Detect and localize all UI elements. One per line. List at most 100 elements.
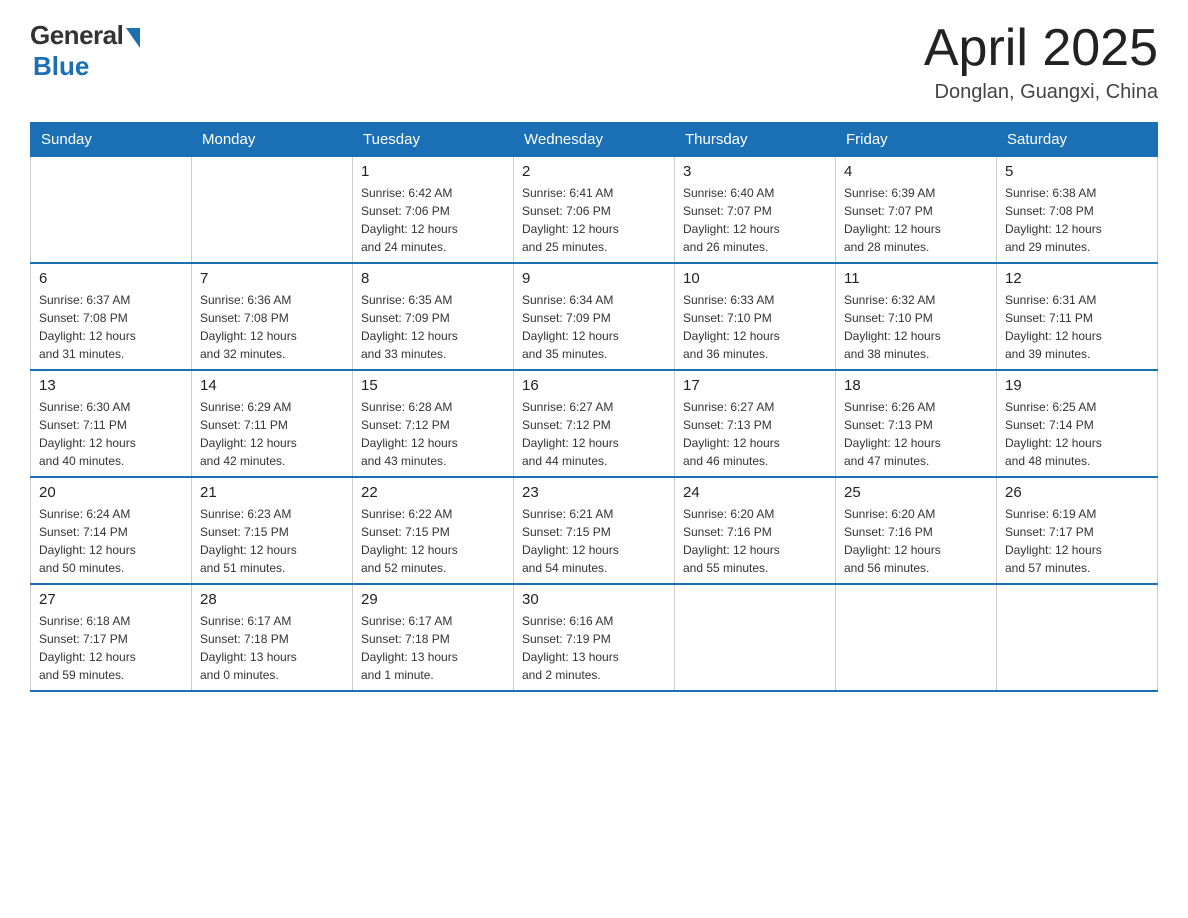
day-number: 12 [1005,270,1149,287]
day-detail: Sunrise: 6:35 AM Sunset: 7:09 PM Dayligh… [361,291,505,363]
day-number: 19 [1005,377,1149,394]
day-number: 24 [683,484,827,501]
day-detail: Sunrise: 6:33 AM Sunset: 7:10 PM Dayligh… [683,291,827,363]
day-number: 11 [844,270,988,287]
day-number: 1 [361,163,505,180]
day-detail: Sunrise: 6:38 AM Sunset: 7:08 PM Dayligh… [1005,184,1149,256]
calendar-cell: 30 Sunrise: 6:16 AM Sunset: 7:19 PM Dayli… [514,584,675,691]
calendar-table: SundayMondayTuesdayWednesdayThursdayFrid… [30,122,1158,692]
day-detail: Sunrise: 6:17 AM Sunset: 7:18 PM Dayligh… [361,612,505,684]
calendar-cell: 17 Sunrise: 6:27 AM Sunset: 7:13 PM Dayli… [675,370,836,477]
calendar-cell: 8 Sunrise: 6:35 AM Sunset: 7:09 PM Daylig… [353,263,514,370]
day-detail: Sunrise: 6:36 AM Sunset: 7:08 PM Dayligh… [200,291,344,363]
day-number: 22 [361,484,505,501]
day-number: 3 [683,163,827,180]
day-detail: Sunrise: 6:31 AM Sunset: 7:11 PM Dayligh… [1005,291,1149,363]
day-number: 2 [522,163,666,180]
calendar-cell: 25 Sunrise: 6:20 AM Sunset: 7:16 PM Dayli… [836,477,997,584]
day-detail: Sunrise: 6:27 AM Sunset: 7:13 PM Dayligh… [683,398,827,470]
logo: General Blue [30,20,140,82]
day-detail: Sunrise: 6:37 AM Sunset: 7:08 PM Dayligh… [39,291,183,363]
calendar-week-row: 6 Sunrise: 6:37 AM Sunset: 7:08 PM Daylig… [31,263,1158,370]
calendar-cell [192,157,353,264]
day-number: 16 [522,377,666,394]
day-number: 29 [361,591,505,608]
location-text: Donglan, Guangxi, China [924,81,1158,104]
calendar-cell: 2Sunrise: 6:41 AM Sunset: 7:06 PM Daylig… [514,157,675,264]
calendar-cell: 3 Sunrise: 6:40 AM Sunset: 7:07 PM Daylig… [675,157,836,264]
day-detail: Sunrise: 6:25 AM Sunset: 7:14 PM Dayligh… [1005,398,1149,470]
calendar-cell: 11Sunrise: 6:32 AM Sunset: 7:10 PM Dayli… [836,263,997,370]
calendar-week-row: 13 Sunrise: 6:30 AM Sunset: 7:11 PM Dayli… [31,370,1158,477]
day-detail: Sunrise: 6:42 AM Sunset: 7:06 PM Dayligh… [361,184,505,256]
calendar-cell: 18 Sunrise: 6:26 AM Sunset: 7:13 PM Dayli… [836,370,997,477]
calendar-week-row: 1 Sunrise: 6:42 AM Sunset: 7:06 PM Daylig… [31,157,1158,264]
day-number: 4 [844,163,988,180]
weekday-header-wednesday: Wednesday [514,123,675,157]
calendar-cell: 16 Sunrise: 6:27 AM Sunset: 7:12 PM Dayli… [514,370,675,477]
day-number: 28 [200,591,344,608]
calendar-cell: 14 Sunrise: 6:29 AM Sunset: 7:11 PM Dayli… [192,370,353,477]
day-number: 30 [522,591,666,608]
day-number: 27 [39,591,183,608]
day-number: 20 [39,484,183,501]
calendar-cell: 13 Sunrise: 6:30 AM Sunset: 7:11 PM Dayli… [31,370,192,477]
day-number: 21 [200,484,344,501]
calendar-cell: 27Sunrise: 6:18 AM Sunset: 7:17 PM Dayli… [31,584,192,691]
calendar-cell: 19 Sunrise: 6:25 AM Sunset: 7:14 PM Dayli… [997,370,1158,477]
day-number: 10 [683,270,827,287]
calendar-cell: 28 Sunrise: 6:17 AM Sunset: 7:18 PM Dayli… [192,584,353,691]
calendar-cell: 4Sunrise: 6:39 AM Sunset: 7:07 PM Daylig… [836,157,997,264]
day-number: 6 [39,270,183,287]
calendar-cell: 21Sunrise: 6:23 AM Sunset: 7:15 PM Dayli… [192,477,353,584]
title-block: April 2025 Donglan, Guangxi, China [924,20,1158,104]
weekday-header-tuesday: Tuesday [353,123,514,157]
day-detail: Sunrise: 6:40 AM Sunset: 7:07 PM Dayligh… [683,184,827,256]
weekday-header-row: SundayMondayTuesdayWednesdayThursdayFrid… [31,123,1158,157]
month-title: April 2025 [924,20,1158,77]
day-detail: Sunrise: 6:22 AM Sunset: 7:15 PM Dayligh… [361,505,505,577]
day-number: 13 [39,377,183,394]
day-detail: Sunrise: 6:20 AM Sunset: 7:16 PM Dayligh… [683,505,827,577]
day-detail: Sunrise: 6:20 AM Sunset: 7:16 PM Dayligh… [844,505,988,577]
calendar-cell [836,584,997,691]
day-detail: Sunrise: 6:19 AM Sunset: 7:17 PM Dayligh… [1005,505,1149,577]
day-detail: Sunrise: 6:29 AM Sunset: 7:11 PM Dayligh… [200,398,344,470]
day-detail: Sunrise: 6:16 AM Sunset: 7:19 PM Dayligh… [522,612,666,684]
calendar-cell: 24 Sunrise: 6:20 AM Sunset: 7:16 PM Dayli… [675,477,836,584]
calendar-cell: 6 Sunrise: 6:37 AM Sunset: 7:08 PM Daylig… [31,263,192,370]
page-header: General Blue April 2025 Donglan, Guangxi… [30,20,1158,104]
calendar-cell: 12 Sunrise: 6:31 AM Sunset: 7:11 PM Dayli… [997,263,1158,370]
day-detail: Sunrise: 6:24 AM Sunset: 7:14 PM Dayligh… [39,505,183,577]
logo-general-text: General [30,20,123,51]
weekday-header-thursday: Thursday [675,123,836,157]
day-detail: Sunrise: 6:30 AM Sunset: 7:11 PM Dayligh… [39,398,183,470]
weekday-header-sunday: Sunday [31,123,192,157]
calendar-cell: 23Sunrise: 6:21 AM Sunset: 7:15 PM Dayli… [514,477,675,584]
logo-triangle-icon [126,28,140,48]
weekday-header-saturday: Saturday [997,123,1158,157]
calendar-cell [675,584,836,691]
day-detail: Sunrise: 6:21 AM Sunset: 7:15 PM Dayligh… [522,505,666,577]
weekday-header-friday: Friday [836,123,997,157]
calendar-cell: 15Sunrise: 6:28 AM Sunset: 7:12 PM Dayli… [353,370,514,477]
day-number: 25 [844,484,988,501]
calendar-cell: 7 Sunrise: 6:36 AM Sunset: 7:08 PM Daylig… [192,263,353,370]
calendar-cell: 29 Sunrise: 6:17 AM Sunset: 7:18 PM Dayli… [353,584,514,691]
day-number: 5 [1005,163,1149,180]
day-detail: Sunrise: 6:17 AM Sunset: 7:18 PM Dayligh… [200,612,344,684]
day-number: 7 [200,270,344,287]
calendar-week-row: 27Sunrise: 6:18 AM Sunset: 7:17 PM Dayli… [31,584,1158,691]
day-detail: Sunrise: 6:27 AM Sunset: 7:12 PM Dayligh… [522,398,666,470]
day-number: 17 [683,377,827,394]
calendar-cell: 22 Sunrise: 6:22 AM Sunset: 7:15 PM Dayli… [353,477,514,584]
day-detail: Sunrise: 6:26 AM Sunset: 7:13 PM Dayligh… [844,398,988,470]
day-number: 14 [200,377,344,394]
calendar-cell: 1 Sunrise: 6:42 AM Sunset: 7:06 PM Daylig… [353,157,514,264]
calendar-week-row: 20 Sunrise: 6:24 AM Sunset: 7:14 PM Dayli… [31,477,1158,584]
calendar-cell: 10 Sunrise: 6:33 AM Sunset: 7:10 PM Dayli… [675,263,836,370]
day-number: 18 [844,377,988,394]
day-number: 8 [361,270,505,287]
day-number: 15 [361,377,505,394]
logo-blue-text: Blue [33,51,89,82]
